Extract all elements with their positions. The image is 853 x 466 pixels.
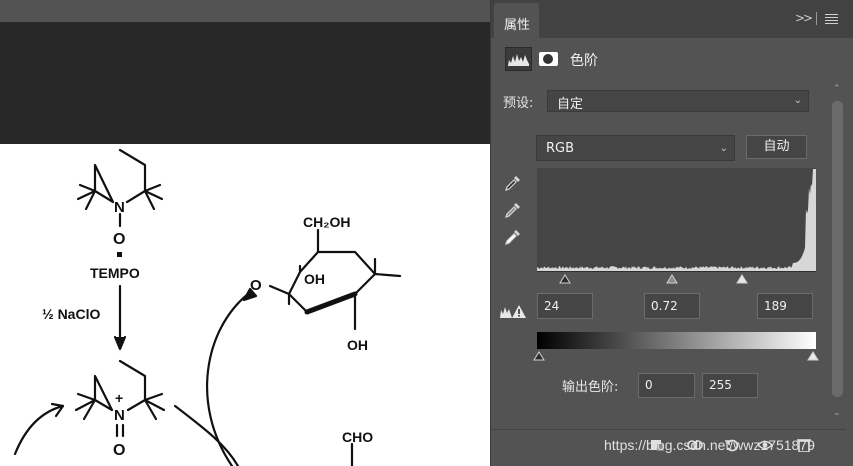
chevron-down-icon: ⌄ [719,143,728,154]
scroll-thumb[interactable] [832,101,843,397]
levels-adjustment-icon[interactable] [505,47,532,71]
output-gradient-bar [537,332,816,349]
document-tab-strip [0,0,490,22]
naclo-label: ½ NaClO [42,306,100,322]
pasteboard-area [0,22,490,144]
panel-scrollbar[interactable]: ⌃ ⌄ [830,84,846,424]
watermark-text: https://blog.csdn.net/wwz1751879 [604,437,815,453]
glycosidic-o-label: O [250,277,262,294]
input-white-slider[interactable] [736,274,748,284]
levels-histogram [537,168,816,271]
double-chevron-right-icon[interactable]: >> [795,11,813,25]
output-white-slider[interactable] [807,351,819,361]
clipping-warning-icon[interactable] [499,303,527,320]
preset-label: 预设: [503,96,534,111]
document-canvas[interactable]: N O TEMPO ½ NaClO + N O CH₂OH OH OH O CH… [0,144,490,466]
channel-value: RGB [546,141,575,156]
scroll-down-icon[interactable]: ⌄ [833,408,841,418]
bottom-oh-label: OH [347,337,368,353]
input-gamma-field[interactable]: 0.72 [644,293,700,319]
input-black-slider[interactable] [559,274,571,284]
chemical-structure-drawing: N O TEMPO ½ NaClO + N O CH₂OH OH OH O CH… [13,148,402,466]
panel-footer-divider [491,429,846,430]
output-levels-label: 输出色阶: [562,380,619,395]
titlebar-divider [816,12,817,25]
preset-value: 自定 [557,97,584,112]
tab-properties[interactable]: 属性 [494,3,539,38]
chevron-down-icon: ⌄ [793,95,802,106]
histogram-baseline [537,271,816,272]
oxo-n-label: N [114,407,125,424]
input-black-field[interactable]: 24 [537,293,593,319]
white-point-eyedropper-icon[interactable] [503,227,523,247]
adjustment-title: 色阶 [570,53,598,69]
output-black-field[interactable]: 0 [638,373,695,398]
layer-mask-icon[interactable] [539,52,558,66]
oxo-o-label: O [113,442,125,459]
panel-titlebar: 属性 >> [491,0,853,38]
tab-properties-label: 属性 [504,18,531,33]
channel-select[interactable]: RGB ⌄ [536,135,735,161]
input-gamma-slider[interactable] [666,274,678,284]
hamburger-menu-icon[interactable] [825,14,838,24]
tempo-n-label: N [114,199,125,216]
cho-label: CHO [342,429,373,445]
input-white-field[interactable]: 189 [757,293,813,319]
preset-select[interactable]: 自定 ⌄ [547,90,809,112]
ch2oh-label: CH₂OH [303,214,350,230]
ring-oh-label: OH [304,271,325,287]
black-point-eyedropper-icon[interactable] [503,173,523,193]
tempo-name-label: TEMPO [90,265,140,281]
output-white-field[interactable]: 255 [702,373,758,398]
scroll-up-icon[interactable]: ⌃ [833,84,841,94]
gray-point-eyedropper-icon[interactable] [503,200,523,220]
tempo-o-label: O [113,231,125,248]
auto-button[interactable]: 自动 [746,135,807,159]
plus-charge-label: + [115,390,123,406]
properties-panel: 属性 >> 色阶 预设: 自定 ⌄ RGB ⌄ 自动 24 0.72 189 输… [490,0,853,466]
output-black-slider[interactable] [533,351,545,361]
